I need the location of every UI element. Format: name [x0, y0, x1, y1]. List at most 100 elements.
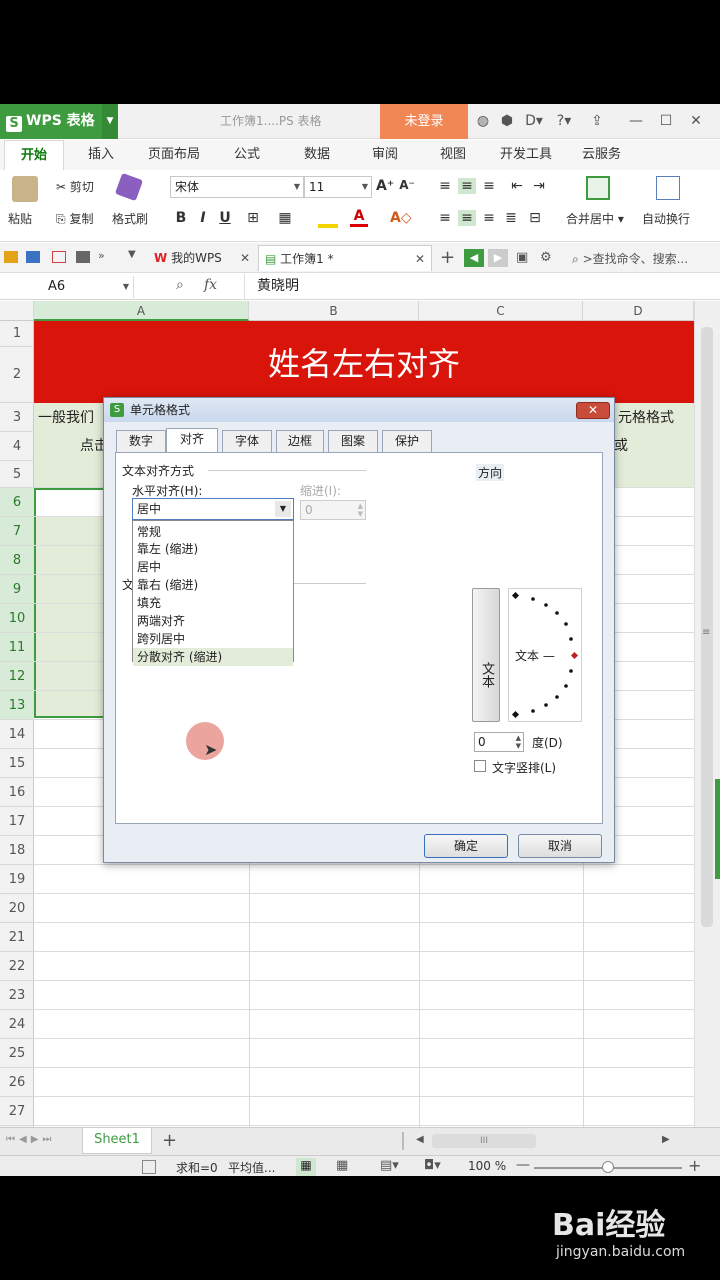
select-all-corner[interactable]	[0, 301, 34, 321]
row-header-2[interactable]: 2	[0, 347, 34, 403]
option-left-indent[interactable]: 靠左 (缩进)	[133, 540, 293, 558]
name-box[interactable]: A6 ▼	[4, 276, 134, 298]
row-header-27[interactable]: 27	[0, 1097, 34, 1126]
row-header-13[interactable]: 13	[0, 691, 34, 720]
save-icon[interactable]	[26, 251, 40, 263]
align-center-icon[interactable]: ≡	[458, 210, 476, 226]
row-header-6[interactable]: 6	[0, 488, 34, 517]
option-right-indent[interactable]: 靠右 (缩进)	[133, 576, 293, 594]
align-bottom-icon[interactable]: ≡	[480, 178, 498, 194]
paste-icon[interactable]	[12, 176, 38, 202]
tab-developer[interactable]: 开发工具	[500, 140, 552, 170]
row-header-23[interactable]: 23	[0, 981, 34, 1010]
row-header-22[interactable]: 22	[0, 952, 34, 981]
row-header-11[interactable]: 11	[0, 633, 34, 662]
tab-formulas[interactable]: 公式	[234, 140, 260, 170]
row-header-8[interactable]: 8	[0, 546, 34, 575]
merge-center-icon[interactable]	[586, 176, 610, 200]
scroll-left-icon[interactable]: ◀	[416, 1134, 424, 1145]
option-justify[interactable]: 两端对齐	[133, 612, 293, 630]
open-icon[interactable]	[4, 251, 18, 263]
align-middle-icon[interactable]: ≡	[458, 178, 476, 194]
indent-spinner[interactable]: 0 ▲ ▼	[300, 500, 366, 520]
italic-icon[interactable]: I	[194, 210, 212, 226]
tab-review[interactable]: 审阅	[372, 140, 398, 170]
row-header-25[interactable]: 25	[0, 1039, 34, 1068]
skin-icon[interactable]: ◍	[474, 104, 492, 139]
row-header-4[interactable]: 4	[0, 432, 34, 461]
row-header-17[interactable]: 17	[0, 807, 34, 836]
tab-workbook[interactable]: ▤ 工作簿1 * ✕	[258, 245, 432, 271]
column-header-c[interactable]: C	[419, 301, 583, 321]
next-tab-icon[interactable]: ▶	[488, 249, 508, 267]
tab-number[interactable]: 数字	[116, 430, 166, 452]
cut-button[interactable]: ✂ 剪切	[56, 178, 94, 195]
tab-alignment[interactable]: 对齐	[166, 428, 218, 453]
gear-icon[interactable]: ⚙	[540, 250, 552, 265]
zoom-search-icon[interactable]: ⌕	[176, 277, 184, 293]
page-layout-view-icon[interactable]: ▦	[336, 1158, 348, 1173]
formula-input[interactable]: 黄晓明	[244, 274, 720, 299]
tab-insert[interactable]: 插入	[88, 140, 114, 170]
auto-wrap-button[interactable]: 自动换行	[642, 210, 690, 227]
wps-menu-button[interactable]: S WPS 表格 ▼	[0, 104, 118, 139]
option-fill[interactable]: 填充	[133, 594, 293, 612]
side-panel-handle[interactable]	[715, 779, 720, 879]
degree-spinner[interactable]: 0 ▲ ▼	[474, 732, 524, 752]
font-size-select[interactable]: 11 ▼	[304, 176, 372, 198]
row-header-12[interactable]: 12	[0, 662, 34, 691]
row-header-26[interactable]: 26	[0, 1068, 34, 1097]
align-top-icon[interactable]: ≡	[436, 178, 454, 194]
column-header-d[interactable]: D	[583, 301, 694, 321]
brand-icon[interactable]: D▾	[522, 104, 546, 139]
format-painter-icon[interactable]	[114, 172, 144, 202]
option-general[interactable]: 常规	[133, 523, 293, 541]
zoom-out-icon[interactable]: —	[516, 1157, 530, 1173]
ok-button[interactable]: 确定	[424, 834, 508, 858]
page-break-view-icon[interactable]: ▤▾	[380, 1158, 399, 1173]
row-header-16[interactable]: 16	[0, 778, 34, 807]
zoom-in-icon[interactable]: +	[688, 1156, 701, 1175]
underline-icon[interactable]: U	[216, 210, 234, 226]
tab-home[interactable]: 开始	[4, 140, 65, 170]
option-center[interactable]: 居中	[133, 558, 293, 576]
border-icon[interactable]: ⊞	[244, 210, 262, 226]
decrease-font-icon[interactable]: A⁻	[398, 178, 416, 192]
upload-icon[interactable]: ⇪	[586, 104, 608, 139]
row-header-9[interactable]: 9	[0, 575, 34, 604]
distribute-icon[interactable]: ⊟	[526, 210, 544, 226]
close-icon[interactable]: ✕	[686, 104, 706, 139]
wrap-text-icon[interactable]	[656, 176, 680, 200]
tab-my-wps[interactable]: W 我的WPS	[148, 245, 228, 271]
export-pdf-icon[interactable]	[52, 251, 66, 263]
indent-decrease-icon[interactable]: ⇤	[508, 178, 526, 194]
close-tab-icon[interactable]: ✕	[240, 251, 250, 265]
column-header-b[interactable]: B	[249, 301, 419, 321]
align-left-icon[interactable]: ≡	[436, 210, 454, 226]
row-header-18[interactable]: 18	[0, 836, 34, 865]
splitter[interactable]	[402, 1132, 404, 1150]
row-header-14[interactable]: 14	[0, 720, 34, 749]
tab-protection[interactable]: 保护	[382, 430, 432, 452]
row-header-1[interactable]: 1	[0, 321, 34, 347]
add-sheet-icon[interactable]: +	[162, 1130, 177, 1151]
vertical-stack-checkbox[interactable]	[474, 760, 486, 772]
scroll-right-icon[interactable]: ▶	[662, 1134, 670, 1145]
row-header-19[interactable]: 19	[0, 865, 34, 894]
cancel-button[interactable]: 取消	[518, 834, 602, 858]
sheet-tab-sheet1[interactable]: Sheet1	[82, 1128, 152, 1154]
row-header-10[interactable]: 10	[0, 604, 34, 633]
tab-pattern[interactable]: 图案	[328, 430, 378, 452]
row-header-3[interactable]: 3	[0, 403, 34, 432]
align-right-icon[interactable]: ≡	[480, 210, 498, 226]
merge-center-button[interactable]: 合并居中 ▾	[566, 210, 624, 227]
horizontal-align-select[interactable]: 居中 ▼	[132, 498, 294, 520]
tab-cloud[interactable]: 云服务	[582, 140, 621, 170]
settings-icon[interactable]: ⬢	[498, 104, 516, 139]
monitor-icon[interactable]: ▣	[516, 250, 528, 265]
font-name-select[interactable]: 宋体 ▼	[170, 176, 304, 198]
print-icon[interactable]	[76, 251, 90, 263]
dialog-title-bar[interactable]: S 单元格格式	[104, 398, 614, 422]
chevron-down-icon[interactable]: ▼	[102, 104, 118, 139]
tab-data[interactable]: 数据	[304, 140, 330, 170]
